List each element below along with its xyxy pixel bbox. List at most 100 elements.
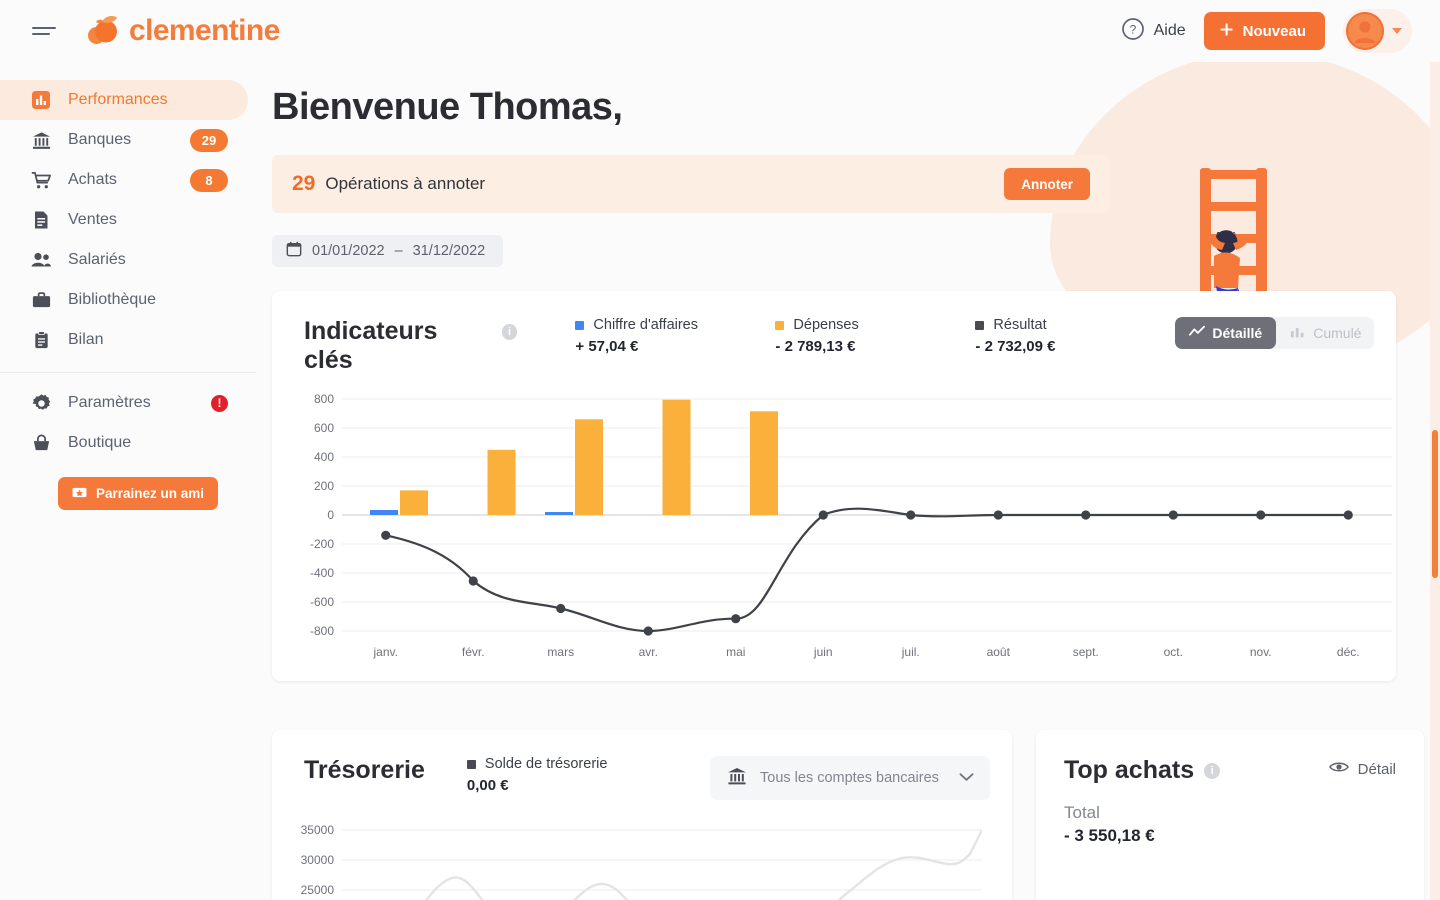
new-button[interactable]: Nouveau: [1203, 12, 1325, 50]
kpi-y-axis: 800 600 400 200 0 -200 -400 -600 -800: [272, 392, 334, 638]
referral-button-label: Parrainez un ami: [95, 486, 205, 501]
detail-link[interactable]: Détail: [1328, 760, 1396, 778]
notice-text: Opérations à annoter: [325, 174, 486, 193]
x-tick: déc.: [1336, 645, 1360, 659]
scrollbar-thumb[interactable]: [1432, 430, 1438, 578]
shopping-cart-icon: [30, 169, 52, 191]
legend-swatch: [466, 759, 476, 769]
date-range-start: 01/01/2022: [312, 243, 385, 259]
basket-icon: [30, 432, 52, 454]
new-button-label: Nouveau: [1242, 22, 1306, 40]
x-tick: janv.: [373, 645, 398, 659]
users-icon: [30, 249, 52, 271]
tresorerie-card: Trésorerie Solde de trésorerie 0,00 € To…: [272, 730, 1012, 900]
legend-label: Résultat: [993, 317, 1047, 333]
sidebar-item-bibliotheque[interactable]: Bibliothèque: [0, 280, 248, 320]
referral-button[interactable]: Parrainez un ami: [58, 477, 218, 510]
detail-link-label: Détail: [1357, 760, 1396, 778]
y-tick: 35000: [300, 823, 334, 837]
legend-solde-tresorerie: Solde de trésorerie 0,00 €: [466, 756, 608, 794]
total-value: - 3 550,18 €: [1064, 826, 1155, 845]
gift-ticket-icon: [72, 486, 87, 502]
sidebar-nav: Performances Banques 29 Achats 8 Ventes …: [0, 62, 256, 900]
briefcase-icon: [30, 289, 52, 311]
sidebar-item-label: Banques: [68, 131, 132, 148]
legend-label: Dépenses: [793, 317, 859, 333]
y-tick: 30000: [300, 853, 334, 867]
info-icon[interactable]: i: [501, 324, 518, 340]
y-tick: -600: [309, 595, 334, 609]
y-tick: 400: [313, 450, 334, 464]
legend-swatch: [775, 320, 785, 330]
sidebar-item-performances[interactable]: Performances: [0, 80, 248, 120]
toggle-detaille[interactable]: Détaillé: [1175, 317, 1277, 349]
y-tick: 0: [327, 508, 334, 522]
tresorerie-card-header: Trésorerie Solde de trésorerie 0,00 € To…: [272, 756, 1012, 800]
bank-icon: [30, 129, 52, 151]
kpi-card-header: Indicateurs clés i Chiffre d'affaires + …: [272, 317, 1396, 375]
sidebar-item-achats[interactable]: Achats 8: [0, 160, 248, 200]
y-tick: -200: [309, 537, 334, 551]
y-tick: 600: [313, 421, 334, 435]
dashboard-app: clementine ? Aide Nouveau Performances B…: [0, 0, 1440, 900]
sidebar-item-label: Bibliothèque: [68, 291, 157, 308]
legend-swatch: [975, 320, 985, 330]
date-range-picker[interactable]: 01/01/2022 – 31/12/2022: [272, 235, 504, 267]
account-menu[interactable]: [1343, 9, 1412, 53]
sidebar-item-parametres[interactable]: Paramètres !: [0, 383, 248, 423]
x-tick: nov.: [1249, 645, 1272, 659]
date-range-separator: –: [394, 243, 403, 259]
brand-name: clementine: [129, 14, 280, 47]
legend-label: Solde de trésorerie: [484, 756, 608, 772]
clipboard-icon: [30, 329, 52, 351]
sidebar-item-label: Ventes: [68, 211, 117, 228]
svg-text:?: ?: [1129, 22, 1136, 36]
help-label: Aide: [1153, 22, 1186, 39]
sidebar-item-label: Boutique: [68, 434, 132, 451]
notice-count: 29: [292, 172, 316, 195]
chevron-down-icon: [1392, 28, 1402, 34]
y-tick: 25000: [300, 883, 334, 897]
toggle-detaille-label: Détaillé: [1212, 325, 1263, 341]
toggle-cumule-label: Cumulé: [1313, 325, 1362, 341]
bank-icon: [726, 765, 748, 792]
plus-icon: [1219, 22, 1234, 41]
gear-icon: [30, 392, 52, 414]
question-circle-icon: ?: [1121, 17, 1145, 46]
main-content: Bienvenue Thomas, 29 Opérations à annote…: [256, 62, 1440, 900]
bank-account-select[interactable]: Tous les comptes bancaires: [710, 756, 990, 800]
header-actions: ? Aide Nouveau: [1121, 9, 1412, 53]
eye-icon: [1328, 760, 1349, 778]
sidebar-item-label: Bilan: [68, 331, 104, 348]
x-tick: mai: [726, 645, 746, 659]
top-achats-card-title: Top achats: [1064, 756, 1195, 784]
kpi-card: Indicateurs clés i Chiffre d'affaires + …: [272, 291, 1396, 681]
annotate-notice-banner: 29 Opérations à annoter Annoter: [272, 155, 1110, 213]
sidebar-item-label: Performances: [68, 91, 168, 108]
annoter-button[interactable]: Annoter: [1004, 168, 1090, 200]
sidebar-item-salaries[interactable]: Salariés: [0, 240, 248, 280]
calendar-icon: [286, 241, 302, 261]
x-tick: août: [986, 645, 1010, 659]
toggle-cumule[interactable]: Cumulé: [1276, 317, 1374, 349]
sidebar-item-bilan[interactable]: Bilan: [0, 320, 248, 360]
info-icon[interactable]: i: [1204, 763, 1221, 779]
document-icon: [30, 209, 52, 231]
brand-logo[interactable]: clementine: [82, 14, 280, 48]
sidebar-item-banques[interactable]: Banques 29: [0, 120, 248, 160]
date-range-end: 31/12/2022: [412, 243, 486, 259]
kpi-legend-group: Chiffre d'affaires + 57,04 € Dépenses - …: [575, 317, 1175, 355]
kpi-chart: 800 600 400 200 0 -200 -400 -600 -800 ja…: [272, 392, 1396, 663]
sidebar-item-boutique[interactable]: Boutique: [0, 423, 248, 463]
x-tick: févr.: [461, 645, 485, 659]
user-avatar-icon: [1346, 12, 1384, 50]
sidebar-item-ventes[interactable]: Ventes: [0, 200, 248, 240]
kpi-card-title: Indicateurs clés: [304, 317, 438, 374]
hamburger-menu-icon[interactable]: [32, 22, 58, 40]
y-tick: 800: [313, 392, 334, 406]
status-badge-alert: !: [211, 394, 228, 412]
bar-chart-icon: [30, 89, 52, 111]
help-button[interactable]: ? Aide: [1121, 17, 1186, 46]
vertical-scrollbar[interactable]: [1430, 62, 1440, 900]
x-tick: sept.: [1072, 645, 1099, 659]
